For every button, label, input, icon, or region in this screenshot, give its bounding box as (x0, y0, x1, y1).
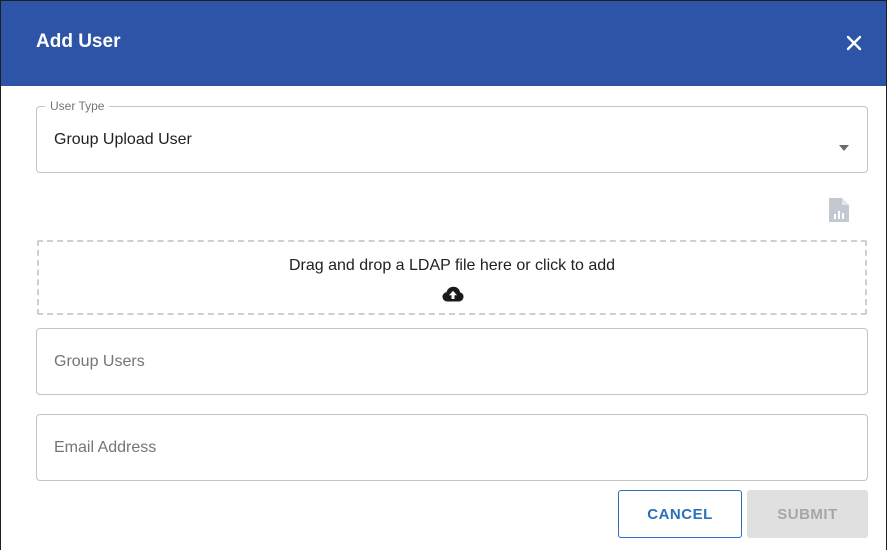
ldap-file-dropzone[interactable]: Drag and drop a LDAP file here or click … (37, 240, 867, 315)
user-type-value: Group Upload User (54, 131, 192, 148)
caret-down-icon[interactable] (839, 138, 849, 156)
add-user-dialog: Add User User Type Group Upload User Dra… (0, 0, 887, 550)
user-type-label: User Type (45, 98, 110, 114)
file-chart-icon[interactable] (827, 197, 851, 228)
dialog-header: Add User (1, 0, 886, 86)
dropzone-text: Drag and drop a LDAP file here or click … (288, 257, 616, 274)
user-type-select[interactable]: User Type Group Upload User (36, 98, 868, 173)
close-icon[interactable] (841, 29, 867, 57)
cancel-button[interactable]: CANCEL (618, 490, 742, 538)
submit-button[interactable]: SUBMIT (747, 490, 868, 538)
email-address-input[interactable] (36, 414, 868, 481)
cloud-upload-icon (442, 286, 464, 307)
group-users-input[interactable] (36, 328, 868, 395)
dialog-title: Add User (36, 31, 121, 52)
